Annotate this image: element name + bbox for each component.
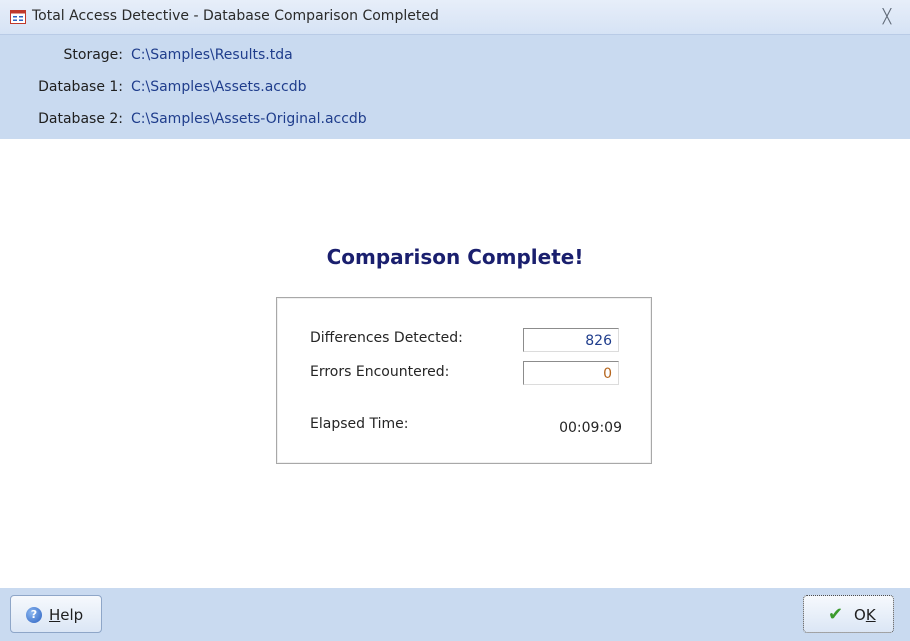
help-accel-key: H	[49, 606, 61, 624]
ok-label-first: O	[854, 606, 866, 624]
database1-path: C:\Samples\Assets.accdb	[131, 79, 307, 95]
elapsed-value: 00:09:09	[559, 420, 622, 436]
ok-accel-key: K	[865, 606, 876, 624]
help-label-rest: elp	[60, 606, 84, 624]
button-bar: ? Help ✔ OK	[0, 588, 910, 641]
title-bar: Total Access Detective - Database Compar…	[0, 0, 910, 35]
errors-field: 0	[523, 361, 619, 385]
close-icon[interactable]: ╳	[878, 8, 896, 26]
database2-row: Database 2: C:\Samples\Assets-Original.a…	[0, 107, 910, 131]
info-panel: Storage: C:\Samples\Results.tda Database…	[0, 35, 910, 139]
errors-label: Errors Encountered:	[310, 364, 450, 380]
ok-button[interactable]: ✔ OK	[803, 595, 894, 633]
database2-path: C:\Samples\Assets-Original.accdb	[131, 111, 367, 127]
completion-heading: Comparison Complete!	[326, 245, 584, 269]
ok-button-label: OK	[854, 596, 876, 634]
database1-label: Database 1:	[38, 79, 123, 95]
form-icon	[10, 10, 26, 24]
help-button-label: Help	[49, 596, 83, 634]
result-area: Comparison Complete! Differences Detecte…	[10, 139, 900, 588]
stats-box: Differences Detected: 826 Errors Encount…	[276, 297, 652, 464]
window-title: Total Access Detective - Database Compar…	[32, 8, 439, 24]
elapsed-label: Elapsed Time:	[310, 416, 409, 432]
checkmark-icon: ✔	[828, 604, 844, 625]
database2-label: Database 2:	[38, 111, 123, 127]
storage-label: Storage:	[63, 47, 124, 63]
database1-row: Database 1: C:\Samples\Assets.accdb	[0, 75, 910, 99]
differences-label: Differences Detected:	[310, 330, 463, 346]
storage-path: C:\Samples\Results.tda	[131, 47, 293, 63]
help-button[interactable]: ? Help	[10, 595, 102, 633]
comparison-dialog: Total Access Detective - Database Compar…	[0, 0, 910, 641]
differences-field: 826	[523, 328, 619, 352]
storage-row: Storage: C:\Samples\Results.tda	[0, 43, 910, 67]
help-icon: ?	[26, 607, 42, 623]
